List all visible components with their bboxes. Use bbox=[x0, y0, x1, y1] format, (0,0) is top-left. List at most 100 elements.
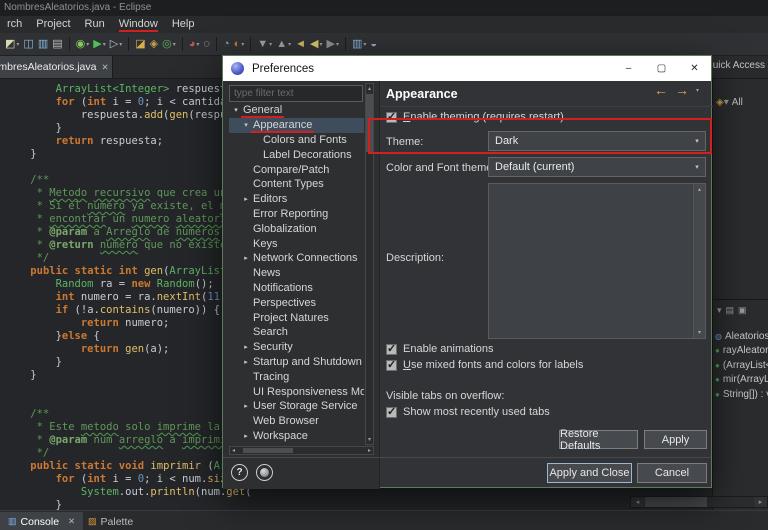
coverage-icon-button[interactable]: ◕ ▾ bbox=[187, 35, 202, 53]
tree-item-notifications[interactable]: Notifications bbox=[229, 281, 364, 296]
tree-item-tracing[interactable]: Tracing bbox=[229, 369, 364, 384]
new-class-icon-button[interactable]: ◎ ▾ bbox=[160, 35, 178, 53]
collapsed-arrow-icon[interactable]: ▸ bbox=[241, 432, 251, 440]
scroll-up-icon[interactable]: ▴ bbox=[698, 186, 701, 193]
recent-tabs-checkbox[interactable]: ✓ bbox=[386, 406, 397, 418]
scroll-down-icon[interactable]: ▾ bbox=[698, 329, 701, 336]
open-element-icon-button[interactable]: ◔ bbox=[221, 35, 232, 53]
description-scrollbar[interactable]: ▴ ▾ bbox=[693, 184, 705, 338]
save-all-icon-button[interactable]: ▥ bbox=[36, 35, 50, 53]
run-icon-button[interactable]: ▶ ▾ bbox=[91, 35, 107, 53]
dialog-titlebar[interactable]: Preferences – ▢ ✕ bbox=[223, 56, 711, 81]
maximize-button[interactable]: ▢ bbox=[645, 56, 678, 81]
tree-item-general[interactable]: ▾ General bbox=[229, 103, 364, 118]
collapsed-arrow-icon[interactable]: ▸ bbox=[241, 343, 251, 351]
tree-item-content-types[interactable]: Content Types bbox=[229, 177, 364, 192]
color-font-theme-select[interactable]: Default (current) ▾ bbox=[488, 157, 706, 177]
preference-recorder-button[interactable] bbox=[256, 464, 273, 481]
editor-tab[interactable]: NombresAleatorios.java ✕ bbox=[0, 56, 113, 78]
tree-scrollbar-thumb[interactable] bbox=[366, 94, 373, 152]
tab-palette[interactable]: ▨ Palette bbox=[80, 512, 141, 530]
outline-item[interactable]: ◍ Aleatorios bbox=[715, 329, 768, 344]
collapsed-arrow-icon[interactable]: ▸ bbox=[241, 195, 251, 203]
mixed-fonts-checkbox[interactable]: ✓ bbox=[386, 359, 397, 371]
close-button[interactable]: ✕ bbox=[678, 56, 711, 81]
expanded-arrow-icon[interactable]: ▾ bbox=[231, 106, 241, 114]
outline-item[interactable]: ●(ArrayList<I bbox=[715, 358, 768, 373]
tree-item-compare-patch[interactable]: Compare/Patch bbox=[229, 162, 364, 177]
theme-select[interactable]: Dark ▾ bbox=[488, 131, 706, 151]
back-icon[interactable]: ← bbox=[654, 83, 668, 97]
history-caret-icon[interactable]: ▾ bbox=[696, 87, 699, 94]
next-annotation-icon-button[interactable]: ▼ ▾ bbox=[255, 35, 274, 53]
tree-item-error-reporting[interactable]: Error Reporting bbox=[229, 207, 364, 222]
tree-item-project-natures[interactable]: Project Natures bbox=[229, 310, 364, 325]
scroll-up-icon[interactable]: ▴ bbox=[368, 85, 371, 92]
forward-icon[interactable]: → bbox=[675, 83, 689, 97]
enable-animations-checkbox[interactable]: ✓ bbox=[386, 343, 397, 355]
restore-defaults-button[interactable]: Restore Defaults bbox=[559, 428, 638, 452]
tree-item-label-decorations[interactable]: Label Decorations bbox=[229, 147, 364, 162]
tree-item-network-connections[interactable]: ▸ Network Connections bbox=[229, 251, 364, 266]
apply-and-close-button[interactable]: Apply and Close bbox=[547, 463, 632, 483]
previous-annotation-icon-button[interactable]: ▲ ▾ bbox=[274, 35, 293, 53]
minimize-button[interactable]: – bbox=[612, 56, 645, 81]
debug-icon-button[interactable]: ◉ ▾ bbox=[74, 35, 92, 53]
panel-splitter[interactable] bbox=[379, 81, 380, 489]
collapsed-arrow-icon[interactable]: ▸ bbox=[241, 358, 251, 366]
tree-item-search[interactable]: Search bbox=[229, 325, 364, 340]
menu-item-rch[interactable]: rch bbox=[0, 17, 29, 32]
print-icon-button[interactable]: ▤ bbox=[50, 35, 64, 53]
last-edit-location-icon-button[interactable]: ◄ bbox=[293, 35, 308, 53]
view-caret-icon[interactable]: ▾ bbox=[724, 97, 729, 108]
expanded-arrow-icon[interactable]: ▾ bbox=[241, 121, 251, 129]
enable-theming-checkbox[interactable]: ✓ bbox=[386, 111, 397, 123]
external-tools-icon-button[interactable]: ◐ ▾ bbox=[232, 35, 247, 53]
quick-access[interactable]: uick Access bbox=[713, 60, 765, 71]
scrollbar-track[interactable] bbox=[707, 497, 754, 507]
scroll-right-icon[interactable]: ▸ bbox=[754, 497, 767, 507]
collapsed-arrow-icon[interactable]: ▸ bbox=[241, 254, 251, 262]
tree-item-workspace[interactable]: ▸ Workspace bbox=[229, 429, 364, 444]
scope-all-label[interactable]: All bbox=[732, 97, 743, 108]
new-wizard-icon-button[interactable]: ◩ ▾ bbox=[3, 35, 21, 53]
tree-item-user-storage-service[interactable]: ▸ User Storage Service bbox=[229, 399, 364, 414]
tree-item-colors-and-fonts[interactable]: Colors and Fonts bbox=[229, 133, 364, 148]
menu-item-run[interactable]: Run bbox=[78, 17, 112, 32]
menu-item-window[interactable]: Window bbox=[112, 17, 165, 32]
tree-item-globalization[interactable]: Globalization bbox=[229, 221, 364, 236]
tree-item-appearance[interactable]: ▾ Appearance bbox=[229, 117, 364, 133]
filter-input[interactable] bbox=[229, 85, 363, 102]
tree-item-perspectives[interactable]: Perspectives bbox=[229, 295, 364, 310]
tree-item-security[interactable]: ▸ Security bbox=[229, 340, 364, 355]
new-package-icon-button[interactable]: ◈ bbox=[148, 35, 160, 53]
collapsed-arrow-icon[interactable]: ▸ bbox=[241, 402, 251, 410]
tree-item-editors[interactable]: ▸ Editors bbox=[229, 192, 364, 207]
tree-item-ui-responsiveness-monitoring[interactable]: UI Responsiveness Monitoring bbox=[229, 384, 364, 399]
new-java-project-icon-button[interactable]: ◪ bbox=[133, 35, 147, 53]
tree-item-keys[interactable]: Keys bbox=[229, 236, 364, 251]
mark-occurrences-icon-button[interactable]: ◒ bbox=[368, 35, 379, 53]
search-icon-button[interactable]: ◌ bbox=[201, 35, 212, 53]
panel-toolbar-icon[interactable]: ▾ bbox=[717, 305, 722, 316]
tab-console[interactable]: ▥ Console ✕ bbox=[0, 512, 84, 530]
menu-item-project[interactable]: Project bbox=[29, 17, 77, 32]
tree-item-web-browser[interactable]: Web Browser bbox=[229, 414, 364, 429]
close-console-icon[interactable]: ✕ bbox=[68, 516, 75, 527]
view-menu-icon[interactable]: ◈ bbox=[716, 97, 724, 108]
outline-item[interactable]: ●mir(ArrayList bbox=[715, 373, 768, 388]
profile-icon-button[interactable]: ▷ ▾ bbox=[108, 35, 124, 53]
scrollbar-thumb[interactable] bbox=[645, 497, 707, 507]
scroll-left-icon[interactable]: ◂ bbox=[232, 447, 235, 454]
back-icon-button[interactable]: ◀ ▾ bbox=[308, 35, 324, 53]
tree-item-startup-and-shutdown[interactable]: ▸ Startup and Shutdown bbox=[229, 355, 364, 370]
tree-hscrollbar-thumb[interactable] bbox=[243, 448, 293, 453]
tree-item-news[interactable]: News bbox=[229, 266, 364, 281]
scroll-down-icon[interactable]: ▾ bbox=[368, 436, 371, 443]
horizontal-scrollbar[interactable]: ◂ ▸ bbox=[630, 496, 768, 508]
cancel-button[interactable]: Cancel bbox=[637, 463, 707, 483]
outline-item[interactable]: ●String[]) : vo bbox=[715, 387, 768, 402]
panel-toolbar-icon[interactable]: ▤ bbox=[726, 305, 735, 316]
scroll-left-icon[interactable]: ◂ bbox=[631, 497, 644, 507]
panel-toolbar-icon[interactable]: ▣ bbox=[738, 305, 747, 316]
